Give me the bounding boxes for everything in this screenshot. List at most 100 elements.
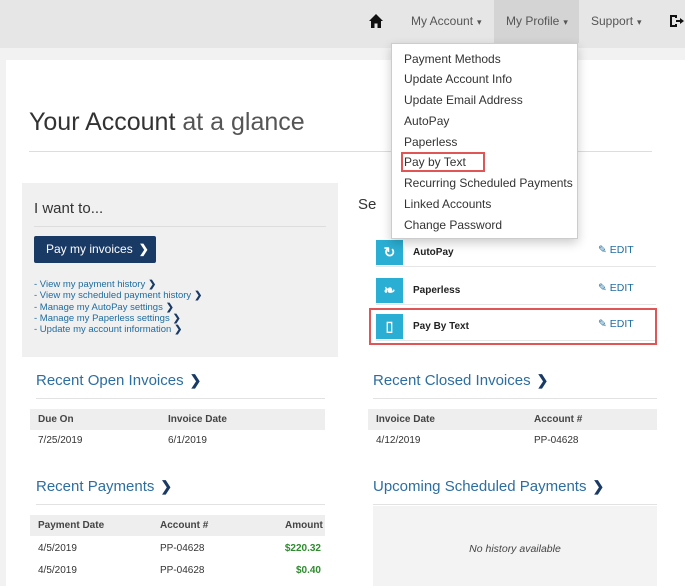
pay-button-label: Pay my invoices bbox=[46, 242, 133, 256]
table-header: Payment Date Account # Amount bbox=[30, 515, 325, 536]
menu-item-change-password[interactable]: Change Password bbox=[404, 217, 502, 233]
column-header: Account # bbox=[160, 520, 209, 531]
home-icon[interactable] bbox=[368, 13, 384, 29]
nav-my-profile[interactable]: My Profile ▾ bbox=[494, 0, 579, 43]
chevron-down-icon: ▾ bbox=[563, 17, 568, 27]
menu-item-update-email[interactable]: Update Email Address bbox=[404, 92, 523, 108]
pay-by-text-highlight bbox=[369, 308, 657, 345]
nav-my-account-label: My Account bbox=[411, 14, 474, 28]
chevron-right-icon: ❯ bbox=[592, 478, 605, 494]
section-title: Recent Open Invoices bbox=[36, 372, 184, 389]
table-cell: 4/5/2019 bbox=[38, 565, 77, 576]
chevron-right-icon: ❯ bbox=[148, 279, 157, 290]
pay-by-text-menu-highlight bbox=[401, 152, 485, 172]
table-row[interactable]: 4/12/2019 PP-04628 bbox=[368, 430, 657, 450]
upcoming-scheduled-payments-heading[interactable]: Upcoming Scheduled Payments ❯ bbox=[373, 478, 604, 495]
table-header: Invoice Date Account # bbox=[368, 409, 657, 430]
link-label: - Manage my AutoPay settings bbox=[34, 301, 163, 313]
page-title: Your Account at a glance bbox=[29, 108, 305, 137]
menu-item-payment-methods[interactable]: Payment Methods bbox=[404, 51, 501, 67]
service-row-autopay: ↻ AutoPay ✎ EDIT bbox=[376, 240, 656, 267]
edit-autopay-button[interactable]: ✎ EDIT bbox=[598, 244, 634, 256]
amount-cell: $0.40 bbox=[295, 565, 321, 576]
nav-my-account[interactable]: My Account ▾ bbox=[400, 0, 490, 43]
table-cell: PP-04628 bbox=[160, 565, 205, 576]
pencil-icon: ✎ bbox=[598, 282, 607, 294]
column-header: Account # bbox=[534, 414, 583, 425]
table-row[interactable]: 4/5/2019 PP-04628 $220.32 bbox=[30, 538, 325, 558]
my-profile-dropdown-menu: Payment Methods Update Account Info Upda… bbox=[391, 43, 578, 239]
table-cell: PP-04628 bbox=[534, 435, 579, 446]
refresh-icon: ↻ bbox=[376, 240, 403, 265]
link-paperless-settings[interactable]: - Manage my Paperless settings ❯ bbox=[34, 313, 202, 324]
menu-item-autopay[interactable]: AutoPay bbox=[404, 113, 449, 129]
edit-paperless-button[interactable]: ✎ EDIT bbox=[598, 282, 634, 294]
chevron-down-icon: ▾ bbox=[477, 17, 482, 27]
nav-support[interactable]: Support ▾ bbox=[581, 0, 651, 43]
column-header: Amount bbox=[285, 520, 323, 531]
chevron-right-icon: ❯ bbox=[189, 372, 202, 388]
table-cell: 7/25/2019 bbox=[38, 435, 83, 446]
column-header: Due On bbox=[38, 414, 74, 425]
chevron-right-icon: ❯ bbox=[138, 242, 149, 256]
menu-item-paperless[interactable]: Paperless bbox=[404, 134, 457, 150]
chevron-down-icon: ▾ bbox=[637, 17, 642, 27]
table-row[interactable]: 4/5/2019 PP-04628 $0.40 bbox=[30, 560, 325, 580]
service-label: Paperless bbox=[413, 285, 461, 296]
edit-label: EDIT bbox=[609, 244, 634, 256]
menu-item-recurring-payments[interactable]: Recurring Scheduled Payments bbox=[404, 175, 573, 191]
recent-payments-heading[interactable]: Recent Payments ❯ bbox=[36, 478, 172, 495]
chevron-right-icon: ❯ bbox=[160, 478, 173, 494]
menu-item-update-account-info[interactable]: Update Account Info bbox=[404, 71, 512, 87]
nav-my-profile-label: My Profile bbox=[506, 14, 560, 28]
leaf-icon: ❧ bbox=[376, 278, 403, 303]
amount-cell: $220.32 bbox=[284, 543, 321, 554]
logout-icon[interactable] bbox=[668, 13, 684, 29]
link-payment-history[interactable]: - View my payment history ❯ bbox=[34, 279, 202, 290]
link-label: - Manage my Paperless settings bbox=[34, 312, 170, 324]
divider bbox=[36, 398, 325, 399]
divider bbox=[373, 398, 657, 399]
table-cell: 6/1/2019 bbox=[168, 435, 207, 446]
services-heading: Se bbox=[358, 196, 377, 213]
link-scheduled-history[interactable]: - View my scheduled payment history ❯ bbox=[34, 290, 202, 301]
service-row-paperless: ❧ Paperless ✎ EDIT bbox=[376, 278, 656, 305]
link-account-info[interactable]: - Update my account information ❯ bbox=[34, 324, 202, 335]
pay-my-invoices-button[interactable]: Pay my invoices ❯ bbox=[34, 236, 156, 263]
column-header: Invoice Date bbox=[376, 414, 435, 425]
page-title-main: Your Account bbox=[29, 108, 176, 136]
recent-open-invoices-heading[interactable]: Recent Open Invoices ❯ bbox=[36, 372, 201, 389]
menu-item-linked-accounts[interactable]: Linked Accounts bbox=[404, 196, 491, 212]
chevron-right-icon: ❯ bbox=[194, 290, 203, 302]
i-want-to-heading: I want to... bbox=[34, 200, 104, 217]
divider bbox=[34, 226, 326, 227]
edit-label: EDIT bbox=[609, 282, 634, 294]
table-row[interactable]: 7/25/2019 6/1/2019 bbox=[30, 430, 325, 450]
chevron-right-icon: ❯ bbox=[165, 301, 174, 313]
link-label: - View my payment history bbox=[34, 279, 146, 290]
section-title: Upcoming Scheduled Payments bbox=[373, 478, 587, 495]
open-invoices-table: Due On Invoice Date 7/25/2019 6/1/2019 bbox=[30, 409, 325, 451]
table-cell: PP-04628 bbox=[160, 543, 205, 554]
empty-state-panel: No history available bbox=[373, 506, 657, 586]
recent-payments-table: Payment Date Account # Amount 4/5/2019 P… bbox=[30, 515, 325, 585]
chevron-right-icon: ❯ bbox=[536, 372, 549, 388]
quick-links: - View my payment history ❯ - View my sch… bbox=[34, 279, 202, 335]
section-title: Recent Payments bbox=[36, 478, 155, 495]
empty-state-text: No history available bbox=[469, 543, 561, 555]
column-header: Invoice Date bbox=[168, 414, 227, 425]
chevron-right-icon: ❯ bbox=[172, 312, 181, 324]
table-header: Due On Invoice Date bbox=[30, 409, 325, 430]
page-title-light: at a glance bbox=[182, 108, 305, 136]
table-cell: 4/5/2019 bbox=[38, 543, 77, 554]
recent-closed-invoices-heading[interactable]: Recent Closed Invoices ❯ bbox=[373, 372, 548, 389]
section-title: Recent Closed Invoices bbox=[373, 372, 531, 389]
divider bbox=[373, 504, 657, 505]
divider bbox=[36, 504, 325, 505]
column-header: Payment Date bbox=[38, 520, 105, 531]
link-label: - Update my account information bbox=[34, 324, 172, 336]
i-want-to-panel: I want to... Pay my invoices ❯ - View my … bbox=[22, 183, 338, 357]
pencil-icon: ✎ bbox=[598, 244, 607, 256]
chevron-right-icon: ❯ bbox=[174, 324, 183, 336]
link-autopay-settings[interactable]: - Manage my AutoPay settings ❯ bbox=[34, 302, 202, 313]
